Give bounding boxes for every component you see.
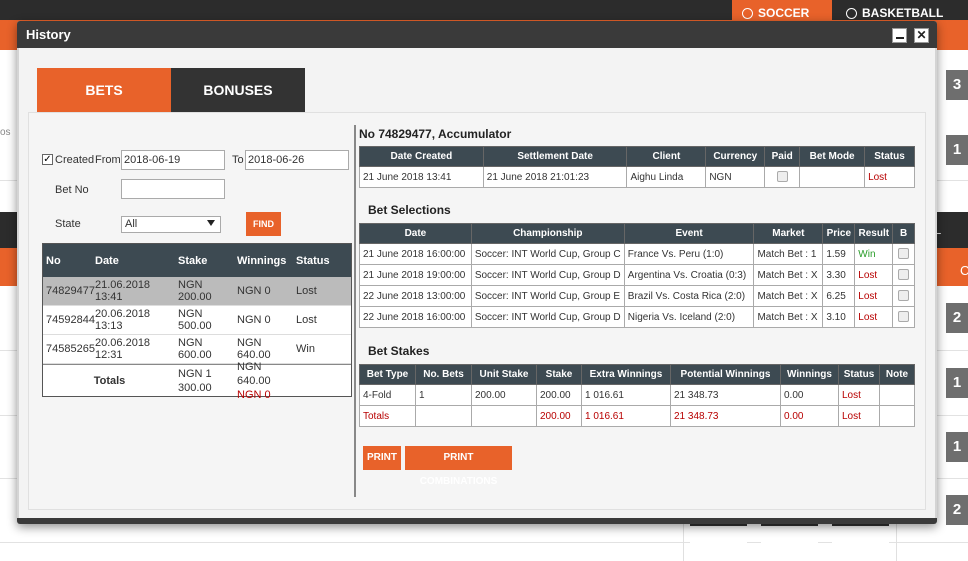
history-dialog: History ✕ BETS BONUSES ✓ Created From To… bbox=[17, 21, 937, 524]
state-select[interactable]: All bbox=[121, 216, 221, 233]
tab-bets[interactable]: BETS bbox=[37, 68, 171, 112]
created-checkbox[interactable]: ✓ bbox=[42, 154, 53, 165]
totals-stake: NGN 1 300.00 bbox=[178, 367, 212, 394]
sport-tab-soccer[interactable]: SOCCER bbox=[732, 0, 832, 20]
bet-no-input[interactable] bbox=[121, 179, 225, 199]
to-date-input[interactable] bbox=[245, 150, 349, 170]
banker-checkbox[interactable] bbox=[898, 311, 910, 323]
divider bbox=[683, 524, 684, 561]
banker-checkbox[interactable] bbox=[898, 248, 910, 260]
dialog-title: History bbox=[17, 21, 937, 48]
background-cell bbox=[761, 524, 818, 561]
divider bbox=[896, 524, 897, 561]
banker-checkbox[interactable] bbox=[898, 290, 910, 302]
table-row[interactable]: 74585265 20.06.2018 12:31 NGN 600.00 NGN… bbox=[43, 335, 351, 364]
tab-bonuses[interactable]: BONUSES bbox=[171, 68, 305, 112]
table-row: 22 June 2018 13:00:00 Soccer: INT World … bbox=[359, 285, 915, 307]
totals-winnings: NGN 640.00 NGN 0 bbox=[237, 360, 271, 401]
side-number[interactable]: 2 bbox=[946, 495, 968, 525]
background-cell bbox=[690, 524, 747, 561]
table-row: 21 June 2018 19:00:00 Soccer: INT World … bbox=[359, 264, 915, 286]
dialog-body: BETS BONUSES ✓ Created From To Bet No St… bbox=[19, 48, 935, 518]
bet-title: No 74829477, Accumulator bbox=[359, 127, 512, 141]
minimize-button[interactable] bbox=[892, 28, 907, 43]
table-row: 4-Fold 1 200.00 200.00 1 016.61 21 348.7… bbox=[359, 384, 915, 406]
col-stake: Stake bbox=[178, 254, 208, 267]
print-button[interactable]: PRINT bbox=[363, 446, 401, 470]
side-number[interactable]: 1 bbox=[946, 368, 968, 398]
col-winnings: Winnings bbox=[237, 254, 287, 267]
soccer-ball-icon bbox=[742, 8, 753, 19]
sport-tab-basketball[interactable]: BASKETBALL bbox=[836, 0, 968, 20]
background-cell bbox=[832, 524, 889, 561]
col-date: Date bbox=[95, 254, 119, 267]
side-number[interactable]: 2 bbox=[946, 303, 968, 333]
col-status: Status bbox=[296, 254, 330, 267]
totals-row: Totals 200.00 1 016.61 21 348.73 0.00 Lo… bbox=[359, 405, 915, 427]
panel-divider[interactable] bbox=[354, 125, 356, 497]
stakes-table: Bet Type No. Bets Unit Stake Stake Extra… bbox=[359, 364, 915, 427]
find-button[interactable]: FIND bbox=[246, 212, 281, 236]
table-row[interactable]: 74592844 20.06.2018 13:13 NGN 500.00 NGN… bbox=[43, 306, 351, 335]
selections-table: Date Championship Event Market Price Res… bbox=[359, 223, 915, 328]
close-icon: ✕ bbox=[916, 28, 927, 42]
table-row: 21 June 2018 13:41 21 June 2018 21:01:23… bbox=[359, 166, 915, 188]
totals-row: Totals NGN 1 300.00 NGN 640.00 NGN 0 bbox=[43, 361, 351, 401]
created-label: Created bbox=[55, 154, 95, 166]
dialog-footer bbox=[17, 518, 937, 524]
minimize-icon bbox=[896, 37, 904, 39]
col-no: No bbox=[46, 254, 61, 267]
filter-panel: ✓ Created From To Bet No State All FIND … bbox=[29, 113, 363, 509]
selections-title: Bet Selections bbox=[368, 203, 451, 217]
close-button[interactable]: ✕ bbox=[914, 28, 929, 43]
state-label: State bbox=[55, 218, 81, 230]
side-number[interactable]: 3 bbox=[946, 70, 968, 100]
from-date-input[interactable] bbox=[121, 150, 225, 170]
bets-table: No Date Stake Winnings Status 74829477 2… bbox=[42, 243, 352, 401]
banker-checkbox[interactable] bbox=[898, 269, 910, 281]
basketball-icon bbox=[846, 8, 857, 19]
totals-label: Totals bbox=[93, 374, 126, 387]
paid-checkbox[interactable] bbox=[776, 171, 788, 183]
print-combinations-button[interactable]: PRINT COMBINATIONS bbox=[405, 446, 512, 487]
to-label: To bbox=[232, 154, 244, 166]
table-row: 22 June 2018 16:00:00 Soccer: INT World … bbox=[359, 306, 915, 328]
bet-summary-table: Date Created Settlement Date Client Curr… bbox=[359, 146, 915, 188]
divider bbox=[0, 542, 968, 543]
table-header: No Date Stake Winnings Status bbox=[43, 244, 351, 277]
dropdown-arrow-icon bbox=[207, 220, 215, 226]
side-number[interactable]: 1 bbox=[946, 432, 968, 462]
tab-content: ✓ Created From To Bet No State All FIND … bbox=[28, 112, 926, 510]
cut-text: C bbox=[960, 263, 968, 278]
stakes-title: Bet Stakes bbox=[368, 344, 430, 358]
from-label: From bbox=[95, 154, 121, 166]
table-row: 21 June 2018 16:00:00 Soccer: INT World … bbox=[359, 243, 915, 265]
side-number[interactable]: 1 bbox=[946, 135, 968, 165]
table-row[interactable]: 74829477 21.06.2018 13:41 NGN 200.00 NGN… bbox=[43, 277, 351, 306]
cut-text: os bbox=[0, 127, 11, 138]
bet-no-label: Bet No bbox=[55, 184, 89, 196]
